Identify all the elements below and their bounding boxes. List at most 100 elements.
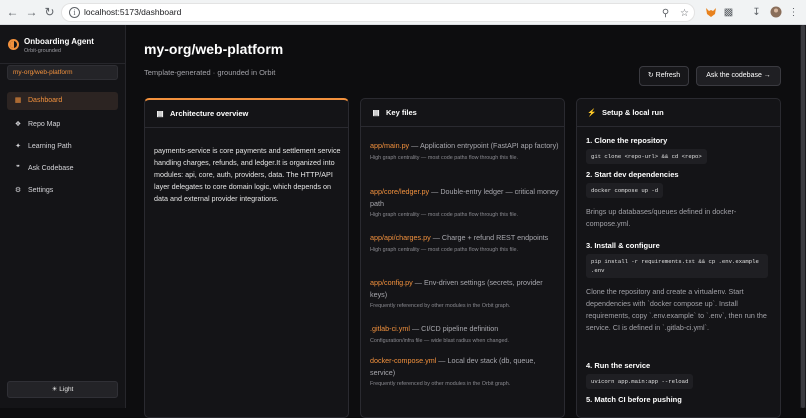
card-title: Setup & local run — [602, 108, 664, 117]
key-files-card: ▤ Key files app/main.py — Application ent… — [360, 98, 565, 418]
main-content: my-org/web-platform Template-generated ·… — [127, 25, 800, 418]
file-note: High graph centrality — most code paths … — [370, 212, 519, 218]
file-path-link[interactable]: app/main.py — [370, 141, 409, 150]
brand-name: Onboarding Agent — [24, 37, 94, 46]
file-path-link[interactable]: app/core/ledger.py — [370, 187, 429, 196]
step-command[interactable]: uvicorn app.main:app --reload — [586, 374, 694, 389]
architecture-card: ▤ Architecture overview payments-service … — [144, 98, 349, 418]
refresh-button[interactable]: ↻ Refresh — [639, 66, 689, 86]
refresh-label: Refresh — [655, 72, 681, 79]
brand-subtitle: Orbit-grounded — [24, 48, 61, 54]
card-divider — [577, 126, 780, 127]
nav-item-repo-map[interactable]: ❖ Repo Map — [7, 116, 118, 134]
reload-icon[interactable]: ↻ — [42, 5, 57, 20]
step-title: 2. Start dev dependencies — [586, 170, 679, 179]
nav-item-ask-codebase[interactable]: ❞ Ask Codebase — [7, 160, 118, 178]
setup-step: 1. Clone the repository git clone <repo-… — [586, 136, 774, 164]
file-description: — CI/CD pipeline definition — [409, 324, 499, 333]
file-icon: ▤ — [372, 108, 380, 117]
file-note: Configuration/infra file — wide blast ra… — [370, 337, 510, 344]
nav-label: Repo Map — [28, 121, 61, 128]
step-title: 5. Match CI before pushing — [586, 395, 682, 404]
step-command[interactable]: pip install -r requirements.txt && cp .e… — [586, 254, 768, 278]
repo-selector[interactable]: my-org/web-platform — [7, 65, 118, 80]
grid-icon: ▦ — [14, 97, 22, 104]
theme-toggle-label: Light — [59, 386, 74, 393]
setup-step: 5. Match CI before pushing — [586, 395, 774, 404]
card-header: ⚡ Setup & local run — [586, 108, 664, 117]
nav-item-settings[interactable]: ⚙ Settings — [7, 182, 118, 200]
nav-label: Dashboard — [28, 97, 63, 104]
sun-icon: ☀ — [51, 386, 58, 393]
nav-item-dashboard[interactable]: ▦ Dashboard — [7, 92, 118, 110]
page-subtitle: Template-generated · grounded in Orbit — [144, 68, 276, 77]
chat-icon: ❞ — [16, 165, 20, 172]
password-key-icon[interactable]: ⚲ — [659, 7, 672, 20]
scrollbar-thumb[interactable] — [801, 25, 805, 408]
nav-label: Ask Codebase — [28, 165, 74, 172]
card-title: Key files — [386, 108, 417, 117]
card-divider — [145, 127, 348, 128]
card-header: ▤ Key files — [370, 108, 417, 117]
site-info-icon[interactable]: i — [69, 7, 80, 18]
file-path-link[interactable]: docker-compose.yml — [370, 356, 436, 365]
nav-label: Settings — [28, 187, 54, 194]
file-path-link[interactable]: app/config.py — [370, 278, 413, 287]
key-file-item[interactable]: .gitlab-ci.yml — CI/CD pipeline definiti… — [370, 323, 560, 345]
back-icon[interactable]: ← — [5, 5, 20, 20]
profile-avatar-icon[interactable] — [769, 6, 782, 19]
step-title: 3. Install & configure — [586, 241, 660, 250]
address-bar[interactable]: i localhost:5173/dashboard ⚲ ☆ — [61, 3, 695, 22]
step-title: 4. Run the service — [586, 361, 651, 370]
key-file-item[interactable]: app/core/ledger.py — Double-entry ledger… — [370, 186, 560, 219]
lightning-icon: ⚡ — [587, 108, 597, 117]
step-description: Brings up databases/queues defined in do… — [586, 207, 737, 228]
file-note: Frequently referenced by other modules i… — [370, 303, 511, 309]
menu-kebab-icon[interactable]: ⋮ — [787, 6, 800, 19]
key-file-item[interactable]: docker-compose.yml — Local dev stack (db… — [370, 355, 560, 388]
file-path-link[interactable]: .gitlab-ci.yml — [370, 324, 410, 333]
map-icon: ❖ — [14, 121, 22, 128]
gear-icon: ⚙ — [14, 187, 22, 194]
page-scrollbar[interactable] — [800, 25, 806, 408]
file-note: High graph centrality — most code paths … — [370, 246, 519, 253]
nav-item-learning-path[interactable]: ✦ Learning Path — [7, 138, 118, 156]
extension-fox-icon[interactable] — [704, 6, 717, 19]
address-url[interactable]: localhost:5173/dashboard — [84, 7, 181, 17]
setup-step: 4. Run the service uvicorn app.main:app … — [586, 361, 774, 389]
sparkle-icon: ✦ — [15, 143, 21, 150]
architecture-summary: payments-service is core payments and se… — [154, 146, 341, 203]
file-path-link[interactable]: app/api/charges.py — [370, 233, 431, 242]
card-divider — [361, 126, 564, 127]
page-title: my-org/web-platform — [144, 41, 284, 57]
browser-toolbar: ← → ↻ i localhost:5173/dashboard ⚲ ☆ ▩ ↧… — [0, 0, 806, 25]
download-icon[interactable]: ↧ — [750, 6, 763, 19]
step-command[interactable]: git clone <repo-url> && cd <repo> — [586, 149, 707, 164]
extensions-puzzle-icon[interactable]: ▩ — [722, 6, 735, 19]
file-description: — Charge + refund REST endpoints — [430, 233, 549, 242]
bookmark-star-icon[interactable]: ☆ — [678, 7, 691, 20]
forward-icon[interactable]: → — [24, 5, 39, 20]
file-note: Frequently referenced by other modules i… — [370, 381, 511, 387]
key-file-item[interactable]: app/main.py — Application entrypoint (Fa… — [370, 140, 560, 162]
step-description: Clone the repository and create a virtua… — [586, 287, 767, 332]
setup-step: 3. Install & configure pip install -r re… — [586, 241, 774, 334]
sidebar: Onboarding Agent Orbit-grounded my-org/w… — [0, 25, 126, 408]
file-description: — Application entrypoint (FastAPI app fa… — [409, 141, 559, 150]
refresh-icon: ↻ — [647, 72, 654, 79]
sidebar-divider — [0, 63, 126, 64]
card-header: ▤ Architecture overview — [154, 109, 248, 118]
key-file-item[interactable]: app/api/charges.py — Charge + refund RES… — [370, 232, 560, 254]
ask-codebase-button[interactable]: Ask the codebase → — [696, 66, 781, 86]
nav-label: Learning Path — [28, 143, 72, 150]
orbit-logo-icon — [8, 39, 19, 50]
file-note: High graph centrality — most code paths … — [370, 154, 519, 161]
step-command[interactable]: docker compose up -d — [586, 183, 664, 198]
step-title: 1. Clone the repository — [586, 136, 668, 145]
setup-card: ⚡ Setup & local run 1. Clone the reposito… — [576, 98, 781, 418]
theme-toggle-button[interactable]: ☀ Light — [7, 381, 118, 398]
building-icon: ▤ — [156, 109, 164, 118]
card-title: Architecture overview — [170, 109, 249, 118]
setup-step: 2. Start dev dependencies docker compose… — [586, 170, 774, 230]
key-file-item[interactable]: app/config.py — Env-driven settings (sec… — [370, 277, 560, 310]
